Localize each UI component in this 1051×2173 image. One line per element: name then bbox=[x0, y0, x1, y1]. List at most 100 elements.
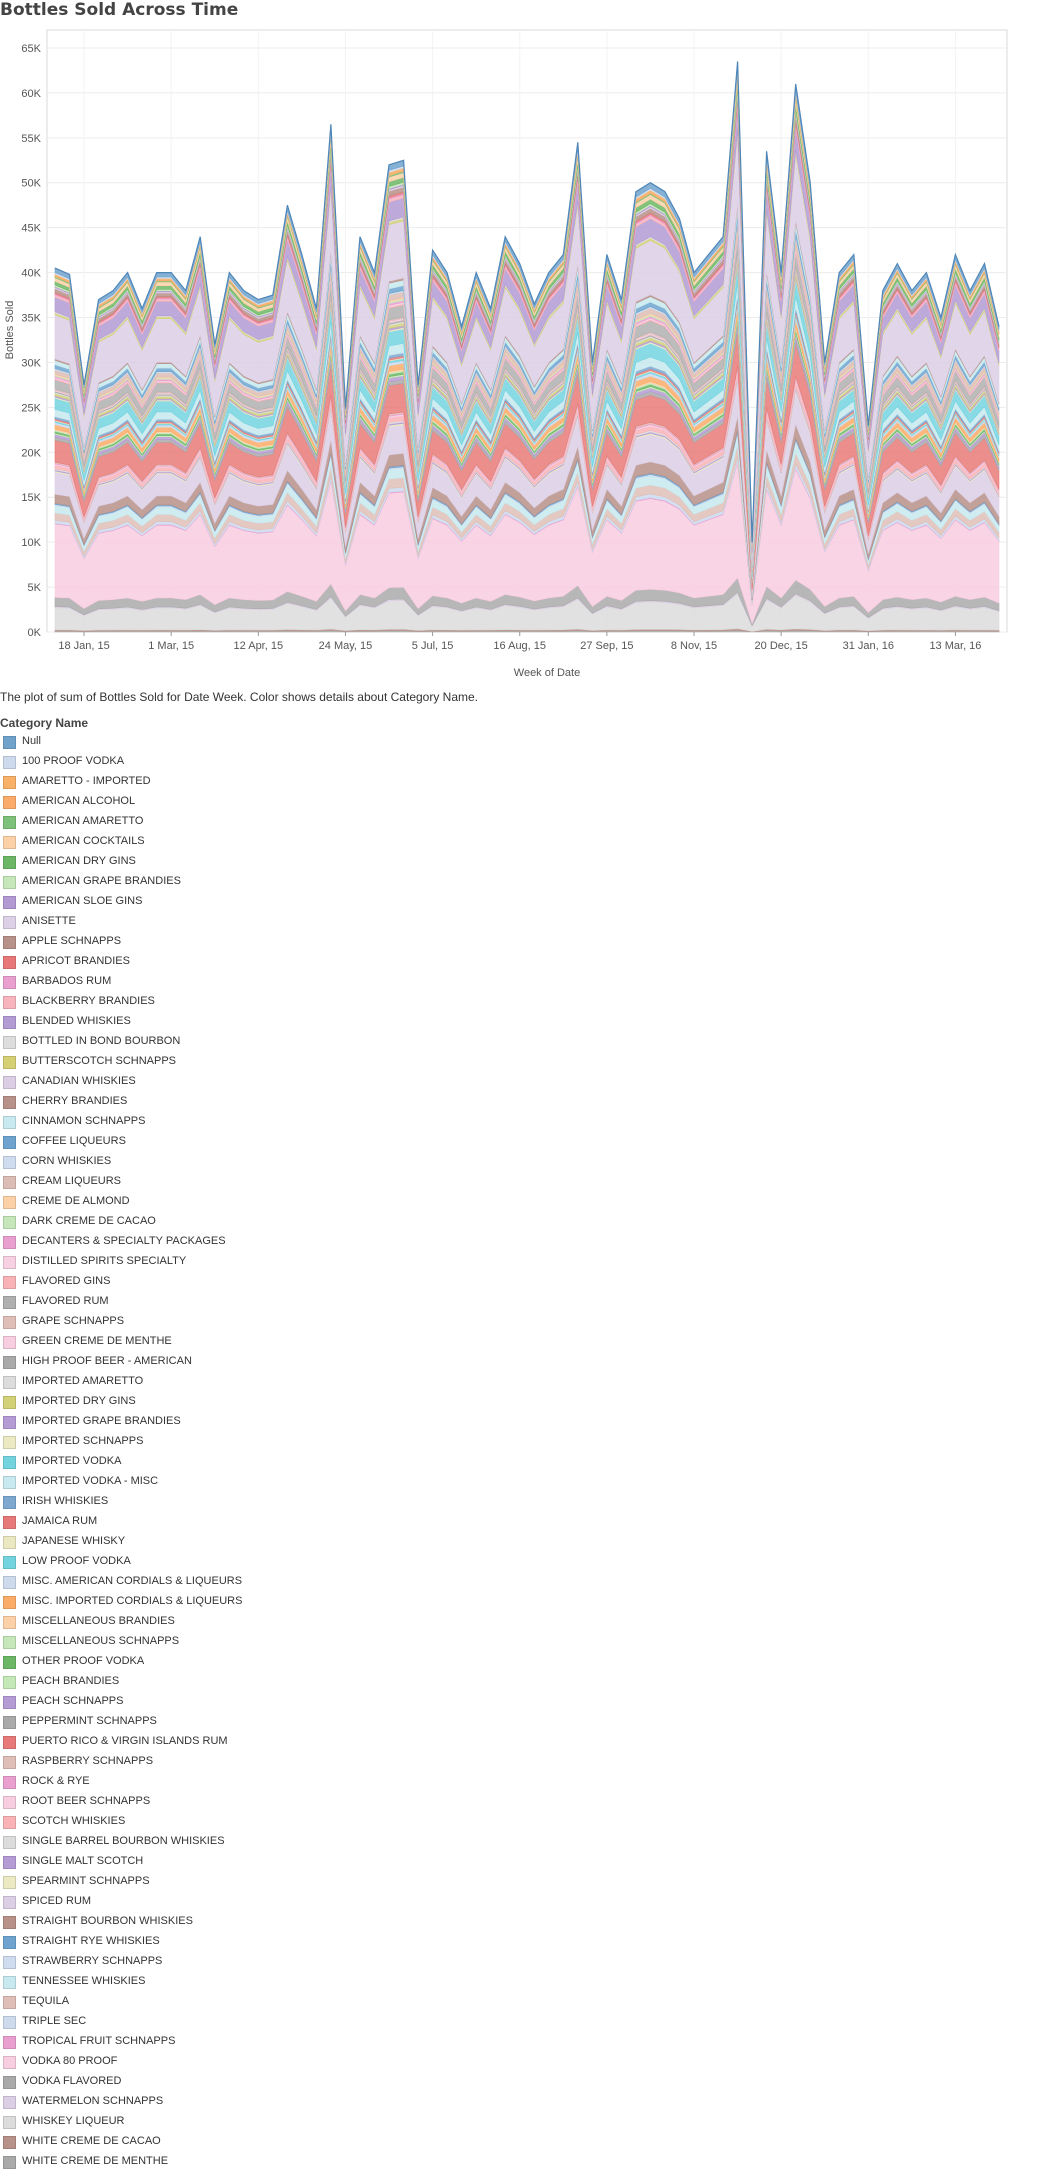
x-tick-label: 18 Jan, 15 bbox=[58, 640, 109, 652]
legend-item[interactable]: AMARETTO - IMPORTED bbox=[0, 773, 300, 793]
legend-label: ANISETTE bbox=[22, 915, 76, 927]
legend-item[interactable]: BUTTERSCOTCH SCHNAPPS bbox=[0, 1053, 300, 1073]
y-tick-label: 10K bbox=[21, 537, 41, 549]
legend-item[interactable]: CORN WHISKIES bbox=[0, 1153, 300, 1173]
legend-item[interactable]: AMERICAN AMARETTO bbox=[0, 813, 300, 833]
legend-swatch bbox=[3, 1796, 16, 1809]
legend-swatch bbox=[3, 1536, 16, 1549]
legend-item[interactable]: ANISETTE bbox=[0, 913, 300, 933]
legend-label: AMERICAN COCKTAILS bbox=[22, 835, 145, 847]
legend-swatch bbox=[3, 1976, 16, 1989]
y-tick-label: 65K bbox=[21, 43, 41, 55]
legend-item[interactable]: PEPPERMINT SCHNAPPS bbox=[0, 1713, 300, 1733]
legend-label: PUERTO RICO & VIRGIN ISLANDS RUM bbox=[22, 1735, 228, 1747]
legend-item[interactable]: IMPORTED VODKA - MISC bbox=[0, 1473, 300, 1493]
legend-item[interactable]: IRISH WHISKIES bbox=[0, 1493, 300, 1513]
legend-label: GRAPE SCHNAPPS bbox=[22, 1315, 125, 1327]
legend-item[interactable]: CINNAMON SCHNAPPS bbox=[0, 1113, 300, 1133]
legend-swatch bbox=[3, 1836, 16, 1849]
legend-item[interactable]: CHERRY BRANDIES bbox=[0, 1093, 300, 1113]
legend-item[interactable]: AMERICAN SLOE GINS bbox=[0, 893, 300, 913]
legend-item[interactable]: FLAVORED GINS bbox=[0, 1273, 300, 1293]
legend-item[interactable]: CREME DE ALMOND bbox=[0, 1193, 300, 1213]
legend-swatch bbox=[3, 1736, 16, 1749]
legend-item[interactable]: CREAM LIQUEURS bbox=[0, 1173, 300, 1193]
legend-item[interactable]: HIGH PROOF BEER - AMERICAN bbox=[0, 1353, 300, 1373]
legend-item[interactable]: WHISKEY LIQUEUR bbox=[0, 2113, 300, 2133]
legend-item[interactable]: AMERICAN COCKTAILS bbox=[0, 833, 300, 853]
legend-item[interactable]: JAPANESE WHISKY bbox=[0, 1533, 300, 1553]
legend-swatch bbox=[3, 1396, 16, 1409]
legend-item[interactable]: MISCELLANEOUS BRANDIES bbox=[0, 1613, 300, 1633]
legend-item[interactable]: SPICED RUM bbox=[0, 1893, 300, 1913]
legend-item[interactable]: BLACKBERRY BRANDIES bbox=[0, 993, 300, 1013]
legend-item[interactable]: ROCK & RYE bbox=[0, 1773, 300, 1793]
legend-item[interactable]: MISC. IMPORTED CORDIALS & LIQUEURS bbox=[0, 1593, 300, 1613]
legend-swatch bbox=[3, 1776, 16, 1789]
legend-swatch bbox=[3, 1476, 16, 1489]
legend-swatch bbox=[3, 896, 16, 909]
legend-item[interactable]: VODKA FLAVORED bbox=[0, 2073, 300, 2093]
legend-item[interactable]: TRIPLE SEC bbox=[0, 2013, 300, 2033]
legend-item[interactable]: AMERICAN GRAPE BRANDIES bbox=[0, 873, 300, 893]
legend-item[interactable]: SINGLE MALT SCOTCH bbox=[0, 1853, 300, 1873]
legend-item[interactable]: PEACH SCHNAPPS bbox=[0, 1693, 300, 1713]
legend-item[interactable]: MISC. AMERICAN CORDIALS & LIQUEURS bbox=[0, 1573, 300, 1593]
legend-item[interactable]: AMERICAN ALCOHOL bbox=[0, 793, 300, 813]
legend-label: AMERICAN ALCOHOL bbox=[22, 795, 136, 807]
legend-item[interactable]: IMPORTED VODKA bbox=[0, 1453, 300, 1473]
legend-item[interactable]: APRICOT BRANDIES bbox=[0, 953, 300, 973]
legend-label: SCOTCH WHISKIES bbox=[22, 1815, 126, 1827]
legend-label: BLACKBERRY BRANDIES bbox=[22, 995, 155, 1007]
legend-item[interactable]: SINGLE BARREL BOURBON WHISKIES bbox=[0, 1833, 300, 1853]
legend-swatch bbox=[3, 2136, 16, 2149]
legend-item[interactable]: PEACH BRANDIES bbox=[0, 1673, 300, 1693]
legend-item[interactable]: JAMAICA RUM bbox=[0, 1513, 300, 1533]
legend-item[interactable]: Null bbox=[0, 733, 300, 753]
legend-item[interactable]: TEQUILA bbox=[0, 1993, 300, 2013]
x-axis-title: Week of Date bbox=[514, 667, 580, 679]
legend-item[interactable]: 100 PROOF VODKA bbox=[0, 753, 300, 773]
legend-swatch bbox=[3, 816, 16, 829]
legend-item[interactable]: WHITE CREME DE CACAO bbox=[0, 2133, 300, 2153]
legend-item[interactable]: TENNESSEE WHISKIES bbox=[0, 1973, 300, 1993]
legend-item[interactable]: APPLE SCHNAPPS bbox=[0, 933, 300, 953]
legend-item[interactable]: BOTTLED IN BOND BOURBON bbox=[0, 1033, 300, 1053]
legend-item[interactable]: IMPORTED AMARETTO bbox=[0, 1373, 300, 1393]
legend-item[interactable]: DISTILLED SPIRITS SPECIALTY bbox=[0, 1253, 300, 1273]
legend-item[interactable]: MISCELLANEOUS SCHNAPPS bbox=[0, 1633, 300, 1653]
legend-item[interactable]: AMERICAN DRY GINS bbox=[0, 853, 300, 873]
legend-label: WHISKEY LIQUEUR bbox=[22, 2115, 125, 2127]
legend-item[interactable]: STRAWBERRY SCHNAPPS bbox=[0, 1953, 300, 1973]
legend-swatch bbox=[3, 1076, 16, 1089]
legend-item[interactable]: GREEN CREME DE MENTHE bbox=[0, 1333, 300, 1353]
legend-item[interactable]: FLAVORED RUM bbox=[0, 1293, 300, 1313]
legend-item[interactable]: COFFEE LIQUEURS bbox=[0, 1133, 300, 1153]
legend-item[interactable]: IMPORTED GRAPE BRANDIES bbox=[0, 1413, 300, 1433]
legend-item[interactable]: TROPICAL FRUIT SCHNAPPS bbox=[0, 2033, 300, 2053]
legend-item[interactable]: BLENDED WHISKIES bbox=[0, 1013, 300, 1033]
legend-item[interactable]: VODKA 80 PROOF bbox=[0, 2053, 300, 2073]
legend-item[interactable]: CANADIAN WHISKIES bbox=[0, 1073, 300, 1093]
legend-item[interactable]: OTHER PROOF VODKA bbox=[0, 1653, 300, 1673]
legend-label: IRISH WHISKIES bbox=[22, 1495, 109, 1507]
legend-item[interactable]: DECANTERS & SPECIALTY PACKAGES bbox=[0, 1233, 300, 1253]
legend-item[interactable]: STRAIGHT RYE WHISKIES bbox=[0, 1933, 300, 1953]
legend-item[interactable]: GRAPE SCHNAPPS bbox=[0, 1313, 300, 1333]
legend-item[interactable]: WHITE CREME DE MENTHE bbox=[0, 2153, 300, 2173]
legend-item[interactable]: DARK CREME DE CACAO bbox=[0, 1213, 300, 1233]
legend-item[interactable]: IMPORTED DRY GINS bbox=[0, 1393, 300, 1413]
legend-label: LOW PROOF VODKA bbox=[22, 1555, 131, 1567]
legend-item[interactable]: IMPORTED SCHNAPPS bbox=[0, 1433, 300, 1453]
legend-item[interactable]: RASPBERRY SCHNAPPS bbox=[0, 1753, 300, 1773]
legend-item[interactable]: STRAIGHT BOURBON WHISKIES bbox=[0, 1913, 300, 1933]
legend-item[interactable]: SPEARMINT SCHNAPPS bbox=[0, 1873, 300, 1893]
legend-item[interactable]: PUERTO RICO & VIRGIN ISLANDS RUM bbox=[0, 1733, 300, 1753]
legend-item[interactable]: BARBADOS RUM bbox=[0, 973, 300, 993]
legend-item[interactable]: ROOT BEER SCHNAPPS bbox=[0, 1793, 300, 1813]
legend-item[interactable]: LOW PROOF VODKA bbox=[0, 1553, 300, 1573]
legend-item[interactable]: WATERMELON SCHNAPPS bbox=[0, 2093, 300, 2113]
legend-item[interactable]: SCOTCH WHISKIES bbox=[0, 1813, 300, 1833]
legend-label: MISC. AMERICAN CORDIALS & LIQUEURS bbox=[22, 1575, 243, 1587]
legend-swatch bbox=[3, 2016, 16, 2029]
